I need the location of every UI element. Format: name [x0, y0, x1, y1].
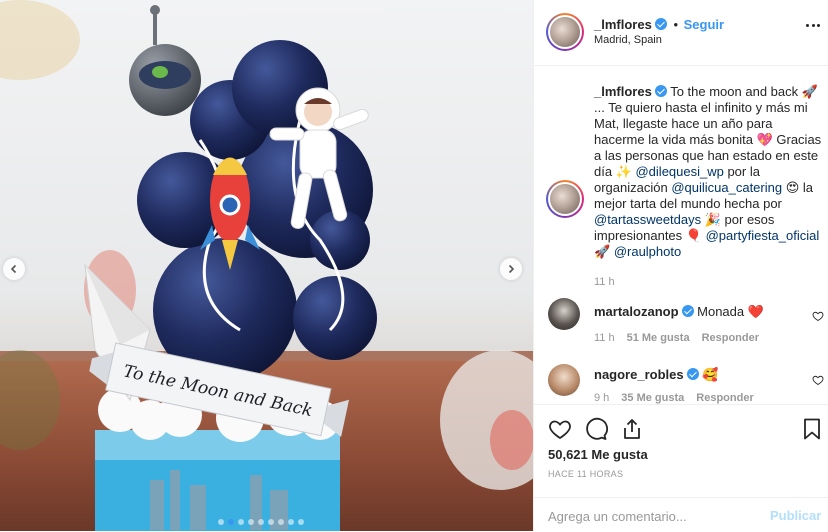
comment-likes[interactable]: 35 Me gusta: [621, 392, 684, 404]
comment-meta: 11 h 51 Me gusta Responder: [594, 332, 759, 344]
author-avatar[interactable]: [546, 13, 584, 51]
mention-link[interactable]: @quilicua_catering: [671, 180, 782, 195]
post-media[interactable]: To the Moon and Back: [0, 0, 533, 531]
caption-meta: 11 h: [594, 276, 615, 288]
mention-link[interactable]: @raulphoto: [614, 244, 681, 259]
chevron-left-icon: [10, 264, 17, 274]
carousel-dots: [218, 519, 304, 525]
carousel-dot: [288, 519, 294, 525]
comment-likes[interactable]: 51 Me gusta: [627, 332, 690, 344]
add-comment-bar: Publicar: [534, 497, 828, 532]
carousel-dot: [258, 519, 264, 525]
comment-time[interactable]: 11 h: [594, 332, 615, 344]
comment-body: 🥰: [702, 367, 719, 382]
chevron-right-icon: [508, 264, 515, 274]
reply-button[interactable]: Responder: [696, 392, 753, 404]
post-location[interactable]: Madrid, Spain: [594, 34, 662, 46]
caption-text: _lmflores To the moon and back 🚀 ... Te …: [594, 84, 824, 260]
carousel-dot: [278, 519, 284, 525]
comments-list[interactable]: _lmflores To the moon and back 🚀 ... Te …: [534, 66, 828, 404]
comment-text: nagore_robles 🥰: [594, 367, 824, 383]
publish-button[interactable]: Publicar: [770, 508, 821, 523]
comment-like-heart-icon[interactable]: [812, 310, 824, 322]
comment-body: Monada ❤️: [697, 304, 764, 319]
comment-meta: 9 h 35 Me gusta Responder: [594, 392, 754, 404]
verified-badge-icon: [681, 305, 694, 317]
post-actions: 50,621 Me gusta HACE 11 HORAS Publicar: [534, 404, 828, 531]
carousel-dot: [248, 519, 254, 525]
caption-text-part: 🚀: [594, 244, 614, 259]
verified-badge-icon: [686, 368, 699, 380]
carousel-dot: [228, 519, 234, 525]
carousel-next-button[interactable]: [500, 258, 522, 280]
caption-username[interactable]: _lmflores: [594, 84, 652, 99]
commenter-username[interactable]: nagore_robles: [594, 367, 684, 382]
carousel-dot: [218, 519, 224, 525]
carousel-dot: [268, 519, 274, 525]
caption-author-avatar[interactable]: [546, 180, 584, 218]
comment-time[interactable]: 9 h: [594, 392, 609, 404]
carousel-dot: [238, 519, 244, 525]
mention-link[interactable]: @partyfiesta_oficial: [706, 228, 820, 243]
comment-input[interactable]: [548, 507, 758, 525]
share-icon[interactable]: [620, 417, 644, 441]
author-username[interactable]: _lmflores: [594, 17, 652, 32]
mention-link[interactable]: @dilequesi_wp: [635, 164, 723, 179]
commenter-username[interactable]: martalozanop: [594, 304, 679, 319]
commenter-avatar[interactable]: [548, 364, 580, 396]
carousel-prev-button[interactable]: [3, 258, 25, 280]
carousel-dot: [298, 519, 304, 525]
post-header: _lmflores • Seguir Madrid, Spain: [534, 0, 828, 66]
more-options-icon[interactable]: [806, 24, 820, 28]
author-username-row: _lmflores • Seguir: [594, 17, 724, 32]
save-bookmark-icon[interactable]: [800, 417, 824, 441]
reply-button[interactable]: Responder: [702, 332, 759, 344]
cake-illustration: To the Moon and Back: [0, 0, 533, 531]
header-separator: •: [673, 17, 678, 32]
follow-button[interactable]: Seguir: [684, 17, 724, 32]
verified-badge-icon: [654, 85, 667, 97]
mention-link[interactable]: @tartassweetdays: [594, 212, 701, 227]
like-heart-icon[interactable]: [548, 417, 572, 441]
comment-text: martalozanop Monada ❤️: [594, 304, 824, 320]
post-side-panel: _lmflores • Seguir Madrid, Spain _lmflor…: [533, 0, 828, 531]
comment-bubble-icon[interactable]: [584, 417, 608, 441]
instagram-post: To the Moon and Back _lmflores • Seguir …: [0, 0, 828, 531]
caption-time[interactable]: 11 h: [594, 276, 615, 288]
post-time-ago[interactable]: HACE 11 HORAS: [548, 469, 623, 479]
likes-count[interactable]: 50,621 Me gusta: [548, 447, 648, 462]
commenter-avatar[interactable]: [548, 298, 580, 330]
comment-like-heart-icon[interactable]: [812, 374, 824, 386]
verified-badge-icon: [654, 18, 667, 30]
